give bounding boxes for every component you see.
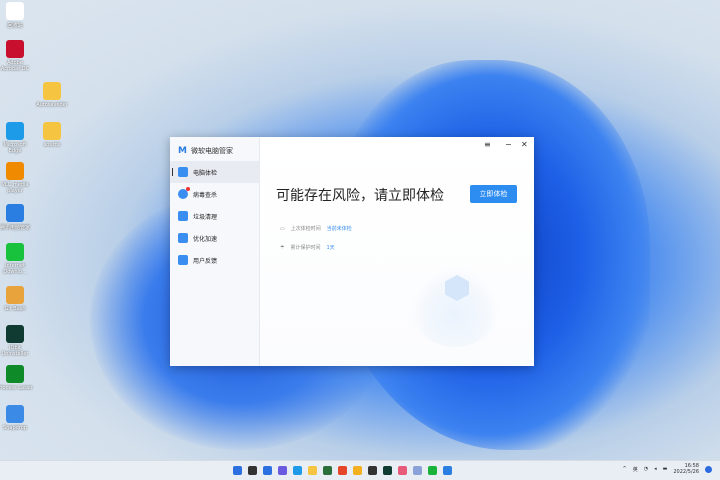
clock[interactable]: 16:58 2022/5/26 [673,463,699,475]
nav-label: 优化加速 [193,235,218,243]
desktop-icon-label: Microsoft Edge [3,142,27,154]
taskbar-app-icon[interactable] [308,466,317,475]
desktop-icon-label: Adobe Acrobat DC [0,60,30,72]
value: 当前未体检 [326,226,352,232]
taskbar-app-icon[interactable] [248,466,257,475]
app-icon [6,162,24,180]
label: 上次体检时间 [290,226,321,232]
status-headline: 可能存在风险，请立即体检 [276,188,444,204]
taskbar-app-icon[interactable] [383,466,392,475]
app-icon [6,325,24,343]
date: 2022/5/26 [673,469,699,475]
taskbar-app-icon[interactable] [413,466,422,475]
app-icon [6,243,24,261]
desktop-icon-label: 回收站 [7,23,23,29]
taskbar-app-icon[interactable] [278,466,287,475]
last-check-row: ▭ 上次体检时间 当前未体检 [280,225,352,233]
app-title: 微软电脑管家 [190,147,233,155]
app-icon [6,2,24,20]
logo-icon: M [178,146,187,156]
desktop-icon[interactable]: IObit Uninstaller [0,325,33,357]
desktop-icon[interactable]: Process Lasso [0,365,33,391]
tray-chevron-icon[interactable]: ^ [623,466,627,472]
feedback-icon [178,255,188,265]
desktop-icon[interactable]: Snapdrop [0,405,33,431]
desktop-icon[interactable]: Internet Downlo... [0,243,33,275]
label: 累计保护时间 [290,245,321,251]
broom-icon [178,211,188,221]
taskbar-app-icon[interactable] [338,466,347,475]
scan-now-button[interactable]: 立即体检 [470,185,517,203]
taskbar-app-icon[interactable] [233,466,242,475]
desktop-icon-label: VLC media player [1,182,29,194]
nav-label: 病毒查杀 [193,191,218,199]
app-icon [43,122,61,140]
desktop-icon-label: 腾讯电脑管家 [0,225,30,231]
sidebar: M 微软电脑管家 电脑体检 病毒查杀 垃圾清理 优化加速 用户反馈 [170,137,260,366]
ime-indicator[interactable]: 英 [633,466,638,473]
menu-button[interactable]: ≡ [484,140,491,149]
close-button[interactable]: ✕ [521,140,528,149]
desktop-icon[interactable]: Autosaveder [34,82,70,108]
nav-label: 用户反馈 [193,257,218,265]
battery-icon[interactable]: ▬ [663,466,668,472]
nav-optimize[interactable]: 优化加速 [170,227,259,249]
desktop-icon[interactable]: 腾讯电脑管家 [0,204,33,231]
notification-icon[interactable] [705,465,712,473]
taskbar-app-icon[interactable] [428,466,437,475]
taskbar-app-icon[interactable] [368,466,377,475]
desktop-icon-label: Git Bash [4,306,26,312]
system-tray: ^ 英 ◔ ◂ ▬ 16:58 2022/5/26 [623,463,712,475]
desktop-icon-label: IObit Uninstaller [1,345,29,357]
nav-cleanup[interactable]: 垃圾清理 [170,205,259,227]
desktop-icon-label: Process Lasso [0,385,33,391]
monitor-icon: ▭ [280,225,285,232]
desktop-icon-label: Internet Downlo... [3,263,27,275]
taskbar-app-icon[interactable] [293,466,302,475]
minimize-button[interactable]: − [505,140,512,149]
nav-virus-scan[interactable]: 病毒查杀 [170,183,259,205]
main-panel: ≡ − ✕ 可能存在风险，请立即体检 立即体检 ▭ 上次体检时间 当前未体检 ☂ 累计… [260,137,534,366]
protect-time-row: ☂ 累计保护时间 1天 [280,244,335,252]
desktop-icon[interactable]: 回收站 [0,2,33,29]
shield-icon [178,187,190,199]
volume-icon[interactable]: ◂ [654,466,657,472]
nav-checkup[interactable]: 电脑体检 [170,161,259,183]
nav-label: 电脑体检 [193,169,218,177]
taskbar: ^ 英 ◔ ◂ ▬ 16:58 2022/5/26 [0,460,720,480]
desktop-icon-label: Autosaveder [36,102,68,108]
umbrella-icon: ☂ [280,244,285,251]
desktop-icon[interactable]: VLC media player [0,162,33,194]
desktop-icon[interactable]: Git Bash [0,286,33,312]
wifi-icon[interactable]: ◔ [644,466,648,472]
taskbar-app-icon[interactable] [398,466,407,475]
desktop-icon[interactable]: Adobe Acrobat DC [0,40,33,72]
app-icon [6,286,24,304]
badge-dot [186,187,190,191]
app-icon [6,40,24,58]
taskbar-app-icon[interactable] [443,466,452,475]
value: 1天 [326,245,335,251]
app-icon [6,204,24,222]
nav-feedback[interactable]: 用户反馈 [170,249,259,271]
desktop-icon[interactable]: Microsoft Edge [0,122,33,154]
desktop-icon-label: source [43,142,61,148]
desktop-icon-label: Snapdrop [3,425,27,431]
app-icon [6,405,24,423]
nav-label: 垃圾清理 [193,213,218,221]
app-icon [6,365,24,383]
monitor-icon [178,167,188,177]
app-icon [43,82,61,100]
taskbar-app-icon[interactable] [263,466,272,475]
app-brand: M 微软电脑管家 [170,141,259,161]
rocket-icon [178,233,188,243]
taskbar-app-icon[interactable] [323,466,332,475]
desktop-icon[interactable]: source [34,122,70,148]
taskbar-app-icon[interactable] [353,466,362,475]
pc-manager-window: M 微软电脑管家 电脑体检 病毒查杀 垃圾清理 优化加速 用户反馈 ≡ − ✕ … [170,137,534,366]
app-icon [6,122,24,140]
